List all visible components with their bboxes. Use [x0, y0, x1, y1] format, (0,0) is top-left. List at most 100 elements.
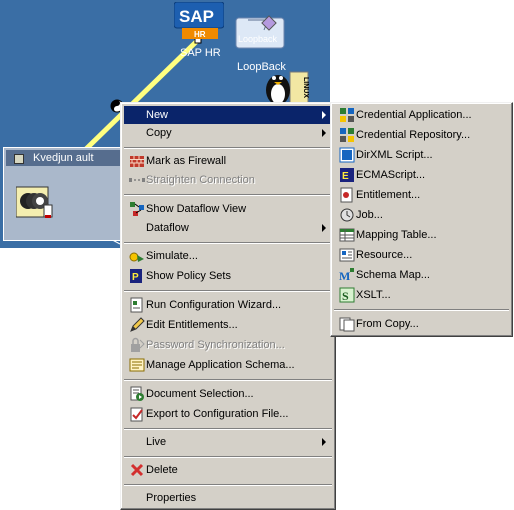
password-icon	[131, 337, 145, 352]
submenu-item-dirxml-script[interactable]: DirXML Script...	[334, 146, 509, 164]
xslt-icon: S	[339, 287, 355, 303]
menu-label: XSLT...	[356, 289, 391, 301]
menu-label: Credential Repository...	[356, 129, 471, 141]
simulate-icon	[129, 252, 144, 262]
ecmascript-icon: E	[340, 168, 354, 182]
export-icon	[130, 407, 143, 422]
menu-label: Mark as Firewall	[146, 155, 227, 167]
menu-item-live[interactable]: Live	[124, 433, 332, 451]
menu-label: Manage Application Schema...	[146, 359, 295, 371]
menu-item-document-selection[interactable]: Document Selection...	[124, 385, 332, 403]
document-icon	[130, 386, 144, 401]
sap-badge-text: HR	[194, 30, 206, 39]
menu-item-show-policy-sets[interactable]: P Show Policy Sets	[124, 267, 332, 285]
loopback-logo-text: Loopback	[238, 34, 278, 44]
menu-item-copy[interactable]: Copy	[124, 124, 332, 142]
menu-label: From Copy...	[356, 318, 419, 330]
menu-item-delete[interactable]: Delete	[124, 461, 332, 479]
menu-item-run-configuration-wizard[interactable]: Run Configuration Wizard...	[124, 296, 332, 314]
schema-icon	[129, 358, 145, 372]
resource-icon	[339, 248, 355, 262]
menu-label: ECMAScript...	[356, 169, 426, 181]
menu-item-manage-application-schema[interactable]: Manage Application Schema...	[124, 356, 332, 374]
menu-separator	[124, 194, 332, 196]
submenu-item-ecmascript[interactable]: E ECMAScript...	[334, 166, 509, 184]
menu-item-dataflow[interactable]: Dataflow	[124, 219, 332, 237]
menu-label: Delete	[146, 464, 178, 476]
menu-label: Mapping Table...	[356, 229, 437, 241]
menu-separator	[124, 242, 332, 244]
schema-map-icon: M	[339, 268, 354, 283]
menu-item-new[interactable]: New	[124, 106, 332, 124]
menu-item-export-to-configuration-file[interactable]: Export to Configuration File...	[124, 405, 332, 423]
credential-repo-icon	[340, 128, 354, 142]
sap-logo-text: SAP	[179, 7, 214, 26]
menu-label: DirXML Script...	[356, 149, 433, 161]
driver-icon[interactable]	[16, 185, 54, 219]
menu-label: Export to Configuration File...	[146, 408, 289, 420]
submenu-item-job[interactable]: Job...	[334, 206, 509, 224]
job-icon	[340, 208, 354, 222]
context-menu: New Copy Mark as Firewall Straighten Con…	[120, 102, 336, 510]
submenu-item-xslt[interactable]: S XSLT...	[334, 286, 509, 304]
menu-item-mark-as-firewall[interactable]: Mark as Firewall	[124, 152, 332, 170]
menu-label: Simulate...	[146, 250, 198, 262]
mapping-table-icon	[339, 228, 355, 242]
menu-separator	[124, 484, 332, 486]
linux-logo-text: LINUX	[302, 77, 309, 98]
svg-text:E: E	[342, 171, 349, 182]
menu-label: Document Selection...	[146, 388, 254, 400]
dataflow-icon	[130, 202, 144, 216]
menu-label: Copy	[146, 127, 172, 139]
submenu-item-credential-application[interactable]: Credential Application...	[334, 106, 509, 124]
sap-hr-label: SAP HR	[180, 47, 221, 59]
submenu-item-schema-map[interactable]: M Schema Map...	[334, 266, 509, 284]
submenu-item-resource[interactable]: Resource...	[334, 246, 509, 264]
new-submenu: Credential Application... Credential Rep…	[330, 102, 513, 337]
menu-item-show-dataflow-view[interactable]: Show Dataflow View	[124, 200, 332, 218]
vault-title: Kvedjun ault	[33, 152, 94, 164]
linux-penguin-icon[interactable]: LINUX	[258, 66, 310, 106]
menu-label: Straighten Connection	[146, 174, 255, 186]
policy-icon: P	[130, 269, 142, 283]
loopback-icon[interactable]: Loopback	[234, 14, 286, 52]
submenu-item-mapping-table[interactable]: Mapping Table...	[334, 226, 509, 244]
menu-separator	[124, 456, 332, 458]
menu-item-edit-entitlements[interactable]: Edit Entitlements...	[124, 316, 332, 334]
menu-separator	[124, 290, 332, 292]
submenu-item-entitlement[interactable]: Entitlement...	[334, 186, 509, 204]
menu-label: New	[146, 109, 169, 121]
submenu-arrow-icon	[322, 224, 326, 232]
from-copy-icon	[339, 317, 355, 332]
menu-separator	[334, 309, 509, 311]
menu-item-straighten-connection[interactable]: Straighten Connection	[124, 171, 332, 189]
menu-label: Password Synchronization...	[146, 339, 285, 351]
svg-text:S: S	[342, 289, 349, 303]
menu-item-password-synchronization[interactable]: Password Synchronization...	[124, 336, 332, 354]
menu-separator	[124, 379, 332, 381]
menu-separator	[124, 428, 332, 430]
menu-label: Show Policy Sets	[146, 270, 231, 282]
submenu-item-from-copy[interactable]: From Copy...	[334, 315, 509, 333]
vault-icon	[14, 154, 24, 164]
wizard-icon	[130, 297, 143, 313]
submenu-item-credential-repository[interactable]: Credential Repository...	[334, 126, 509, 144]
menu-label: Run Configuration Wizard...	[146, 299, 282, 311]
submenu-arrow-icon	[322, 129, 326, 137]
menu-item-properties[interactable]: Properties	[124, 489, 332, 507]
dirxml-script-icon	[339, 147, 355, 163]
pencil-icon	[130, 317, 145, 332]
menu-label: Job...	[356, 209, 383, 221]
connection-icon	[129, 178, 145, 182]
menu-label: Edit Entitlements...	[146, 319, 238, 331]
submenu-arrow-icon	[322, 111, 326, 119]
menu-label: Properties	[146, 492, 197, 504]
menu-label: Entitlement...	[356, 189, 421, 201]
menu-label: Live	[146, 436, 167, 448]
menu-item-simulate[interactable]: Simulate...	[124, 247, 332, 265]
svg-text:M: M	[339, 269, 350, 283]
svg-text:P: P	[132, 272, 139, 283]
credential-app-icon	[340, 108, 354, 122]
sap-hr-icon[interactable]: SAP HR	[174, 2, 224, 40]
menu-separator	[124, 147, 332, 149]
